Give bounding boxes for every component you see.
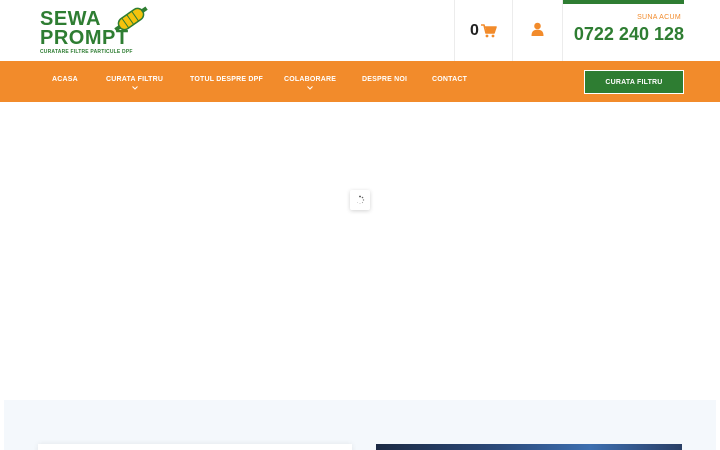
chevron-down-icon — [131, 86, 138, 90]
site-header: SEWA PROMPT CURATARE FILTRE PARTICULE DP… — [0, 0, 720, 61]
nav-item-label: COLABORARE — [284, 76, 337, 83]
header-divider — [512, 0, 513, 61]
logo-tagline: CURATARE FILTRE PARTICULE DPF — [40, 49, 133, 55]
nav-item-acasa[interactable]: ACASA — [52, 76, 78, 83]
logo-text-line1: SEWA — [40, 8, 101, 30]
nav-item-label: CURATA FILTRU — [106, 76, 164, 83]
main-navigation: ACASA CURATA FILTRU TOTUL DESPRE DPF COL… — [0, 61, 720, 102]
chevron-down-icon — [307, 86, 313, 90]
shopping-cart-icon — [480, 24, 497, 38]
content-card — [38, 444, 352, 450]
nav-item-label: ACASA — [52, 76, 78, 83]
nav-item-totul-despre-dpf[interactable]: TOTUL DESPRE DPF — [190, 76, 263, 83]
curata-filtru-cta-button[interactable]: CURATA FILTRU — [584, 70, 684, 94]
phone-contact[interactable]: SUNA ACUM 0722 240 128 — [563, 0, 684, 61]
cart-button[interactable]: 0 — [470, 22, 497, 40]
phone-label: SUNA ACUM — [637, 14, 681, 21]
content-section-background — [4, 400, 716, 450]
content-image — [376, 444, 682, 450]
user-icon[interactable] — [531, 22, 544, 36]
page: SEWA PROMPT CURATARE FILTRE PARTICULE DP… — [0, 0, 720, 450]
phone-accent-bar — [563, 0, 684, 4]
page-loader — [350, 190, 370, 210]
phone-number[interactable]: 0722 240 128 — [574, 24, 684, 45]
nav-item-label: CONTACT — [432, 76, 468, 83]
dpf-filter-icon — [114, 6, 148, 32]
header-divider — [454, 0, 455, 61]
nav-item-contact[interactable]: CONTACT — [432, 76, 467, 83]
site-logo[interactable]: SEWA PROMPT CURATARE FILTRE PARTICULE DP… — [38, 4, 150, 56]
nav-item-label: TOTUL DESPRE DPF — [190, 76, 263, 83]
cart-count: 0 — [470, 22, 479, 39]
nav-item-curata-filtru[interactable]: CURATA FILTRU — [106, 76, 164, 90]
nav-item-despre-noi[interactable]: DESPRE NOI — [362, 76, 407, 83]
nav-item-colaborare[interactable]: COLABORARE — [284, 76, 337, 90]
nav-item-label: DESPRE NOI — [362, 76, 408, 83]
spinner-icon — [357, 195, 365, 204]
